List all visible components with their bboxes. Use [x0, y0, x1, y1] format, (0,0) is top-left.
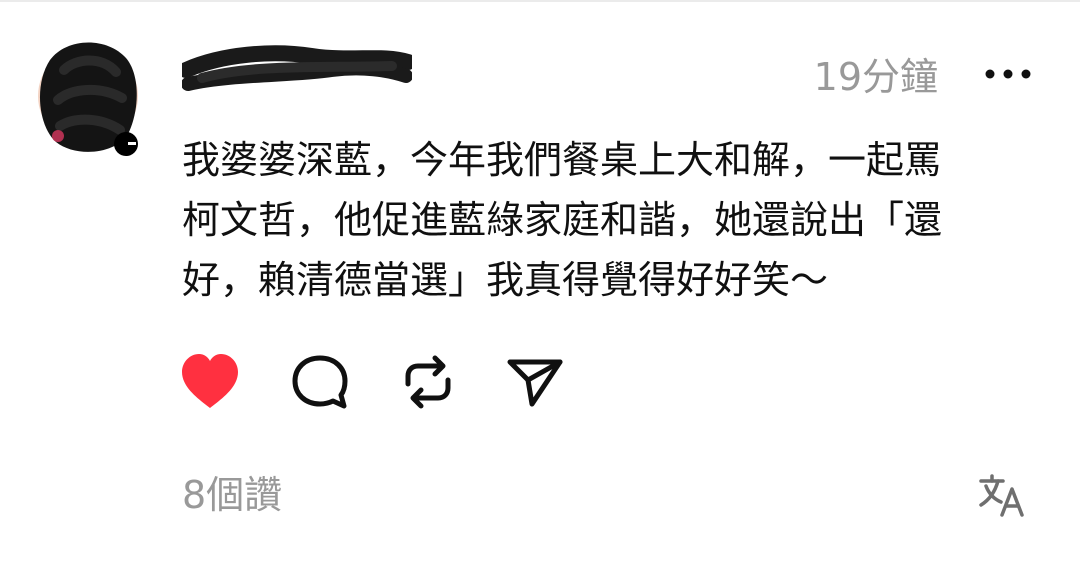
heart-filled-icon [182, 354, 238, 408]
send-icon [507, 359, 563, 407]
top-divider [0, 0, 1080, 2]
repost-button[interactable] [396, 350, 460, 414]
like-button[interactable] [178, 350, 242, 414]
username-redacted[interactable] [178, 40, 416, 100]
like-count[interactable]: 8個讚 [182, 470, 282, 520]
translate-icon [979, 474, 1024, 517]
comment-bubble-icon [292, 355, 348, 409]
translate-button[interactable] [978, 472, 1026, 518]
more-horizontal-icon [985, 69, 1031, 79]
repost-icon [405, 355, 451, 409]
post-timestamp: 19分鐘 [813, 55, 938, 99]
share-button[interactable] [504, 350, 568, 414]
post-text: 我婆婆深藍，今年我們餐桌上大和解，一起罵 柯文哲，他促進藍綠家庭和諧，她還說出「… [182, 138, 943, 302]
more-options-button[interactable] [980, 56, 1036, 92]
comment-button[interactable] [288, 350, 352, 414]
redacted-avatar-image [38, 42, 138, 156]
redaction-scribble [178, 45, 416, 91]
avatar[interactable] [36, 40, 146, 158]
